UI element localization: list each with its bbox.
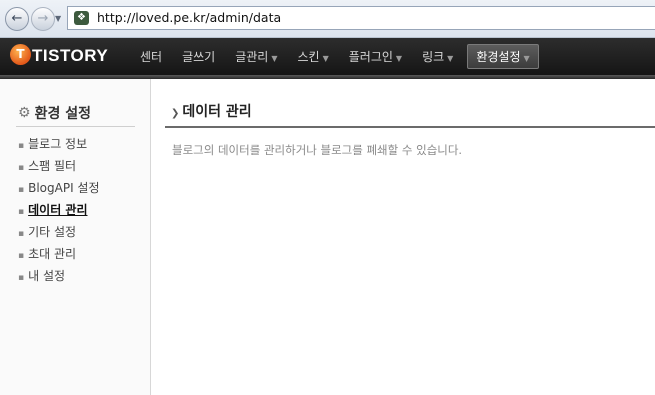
history-dropdown-icon[interactable]: ▼ xyxy=(55,14,61,23)
browser-toolbar: ← → ▼ ❖ http://loved.pe.kr/admin/data xyxy=(0,0,655,38)
menu-label: 플러그인 xyxy=(348,50,393,64)
tistory-logo-text[interactable]: TISTORY xyxy=(32,46,108,66)
forward-button[interactable]: → xyxy=(31,7,55,31)
page-title-divider xyxy=(165,126,655,128)
menu-label: 환경설정 xyxy=(476,50,521,64)
menu-item-settings[interactable]: 환경설정 ▼ xyxy=(467,44,539,69)
menu-item-plugin[interactable]: 플러그인 ▼ xyxy=(339,48,412,65)
chevron-down-icon: ▼ xyxy=(271,54,278,63)
sidebar-title: ⚙ 환경 설정 xyxy=(18,103,91,123)
menu-label: 글쓰기 xyxy=(182,50,216,64)
gear-icon: ⚙ xyxy=(18,105,31,121)
bullet-icon: ▪ xyxy=(18,163,25,173)
tistory-logo-icon[interactable]: T xyxy=(10,44,31,65)
chevron-down-icon: ▼ xyxy=(322,54,329,63)
sidebar-item-other-settings[interactable]: ▪ 기타 설정 xyxy=(18,221,100,243)
bullet-icon: ▪ xyxy=(18,185,25,195)
menu-item-skin[interactable]: 스킨 ▼ xyxy=(288,48,339,65)
main-menu: 센터 글쓰기 글관리 ▼ 스킨 ▼ 플러그인 ▼ 링크 ▼ 환경설정 ▼ xyxy=(130,38,539,75)
sidebar-item-data-management[interactable]: ▪ 데이터 관리 xyxy=(18,199,100,221)
bullet-icon: ▪ xyxy=(18,229,25,239)
page-title: ❯ 데이터 관리 xyxy=(171,101,252,121)
sidebar-item-label: 초대 관리 xyxy=(28,247,77,261)
sidebar-title-divider xyxy=(16,126,135,127)
chevron-down-icon: ▼ xyxy=(395,54,403,63)
sidebar-item-label: 데이터 관리 xyxy=(28,203,88,217)
bullet-icon: ▪ xyxy=(18,207,25,217)
sidebar-item-label: 내 설정 xyxy=(28,269,66,283)
chevron-down-icon: ▼ xyxy=(447,54,454,63)
sidebar-item-label: 기타 설정 xyxy=(28,225,77,239)
chevron-right-icon: ❯ xyxy=(171,108,180,119)
menu-item-posts[interactable]: 글관리 ▼ xyxy=(225,48,287,65)
back-button[interactable]: ← xyxy=(5,7,29,31)
sidebar-divider xyxy=(150,79,151,395)
sidebar-item-spam-filter[interactable]: ▪ 스팸 필터 xyxy=(18,155,100,177)
sidebar-menu: ▪ 블로그 정보 ▪ 스팸 필터 ▪ BlogAPI 설정 ▪ 데이터 관리 ▪ 기타 설… xyxy=(18,133,100,287)
page-description: 블로그의 데이터를 관리하거나 블로그를 폐쇄할 수 있습니다. xyxy=(172,143,463,157)
app-header: T TISTORY 센터 글쓰기 글관리 ▼ 스킨 ▼ 플러그인 ▼ 링크 ▼ 환경설정… xyxy=(0,38,655,75)
menu-item-link[interactable]: 링크 ▼ xyxy=(412,48,463,65)
sidebar-item-my-settings[interactable]: ▪ 내 설정 xyxy=(18,265,100,287)
sidebar-item-label: BlogAPI 설정 xyxy=(28,181,100,195)
back-arrow-icon: ← xyxy=(11,11,23,26)
sidebar-item-blog-info[interactable]: ▪ 블로그 정보 xyxy=(18,133,100,155)
url-text[interactable]: http://loved.pe.kr/admin/data xyxy=(97,10,281,25)
forward-arrow-icon: → xyxy=(37,11,49,26)
bullet-icon: ▪ xyxy=(18,141,25,151)
chevron-down-icon: ▼ xyxy=(523,54,530,63)
address-bar[interactable]: ❖ http://loved.pe.kr/admin/data xyxy=(67,6,655,30)
sidebar-item-blogapi[interactable]: ▪ BlogAPI 설정 xyxy=(18,177,100,199)
sidebar-item-label: 블로그 정보 xyxy=(28,137,88,151)
sidebar-item-invite-management[interactable]: ▪ 초대 관리 xyxy=(18,243,100,265)
menu-label: 링크 xyxy=(422,50,445,64)
page-title-label: 데이터 관리 xyxy=(182,104,252,120)
bullet-icon: ▪ xyxy=(18,251,25,261)
bullet-icon: ▪ xyxy=(18,273,25,283)
menu-label: 스킨 xyxy=(297,50,320,64)
menu-label: 센터 xyxy=(140,50,163,64)
menu-item-center[interactable]: 센터 xyxy=(130,48,172,65)
sidebar-title-label: 환경 설정 xyxy=(34,106,91,122)
menu-item-write[interactable]: 글쓰기 xyxy=(172,48,225,65)
favicon-icon: ❖ xyxy=(74,11,89,25)
menu-label: 글관리 xyxy=(235,50,269,64)
sidebar-item-label: 스팸 필터 xyxy=(28,159,77,173)
